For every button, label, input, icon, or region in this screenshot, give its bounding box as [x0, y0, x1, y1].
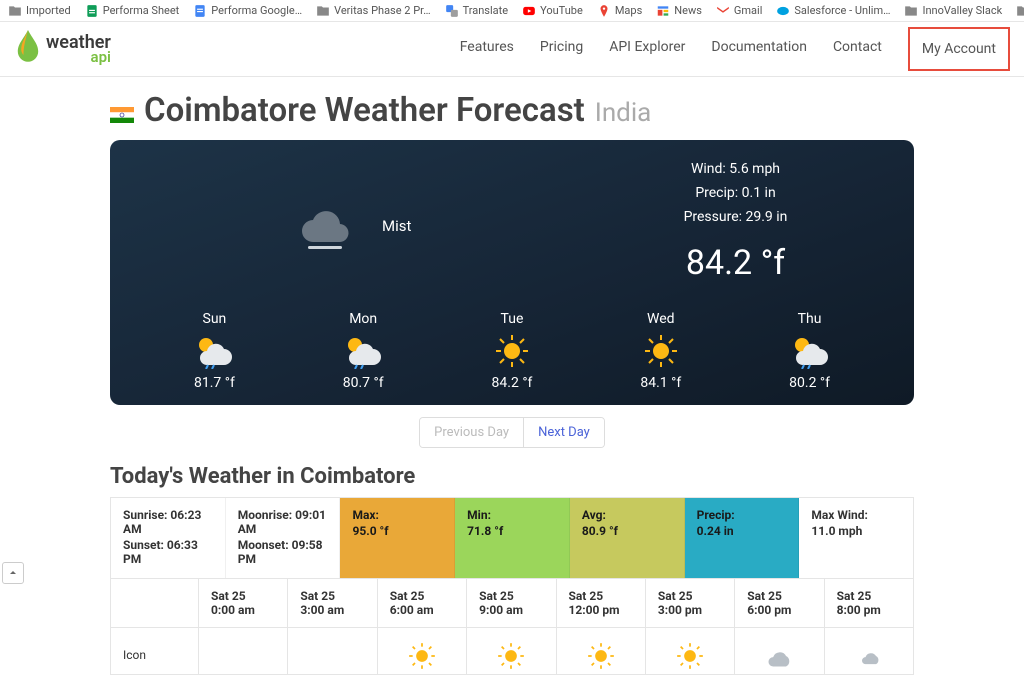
- translate-icon: [445, 4, 459, 18]
- hourly-icon-5: [646, 628, 735, 674]
- country-name: India: [595, 98, 652, 128]
- hourly-icon-1: [288, 628, 377, 674]
- row-label-icon: Icon: [111, 628, 199, 674]
- next-day-button[interactable]: Next Day: [523, 418, 604, 447]
- hour-4: Sat 2512:00 pm: [557, 579, 646, 627]
- mist-icon: [290, 194, 360, 258]
- nav-pricing[interactable]: Pricing: [540, 39, 583, 59]
- page-title-row: Coimbatore Weather Forecast India: [110, 91, 914, 130]
- hourly-icon-3: [467, 628, 556, 674]
- stat-max: Max: 95.0 °f: [340, 498, 455, 578]
- bookmark-translate[interactable]: Translate: [445, 4, 509, 18]
- chevron-up-icon: [7, 567, 19, 579]
- nav-contact[interactable]: Contact: [833, 39, 882, 59]
- forecast-row: Sun 81.7 °f Mon 80.7 °f Tue 84.2 °f Wed …: [140, 311, 884, 391]
- forecast-day-thu: Thu 80.2 °f: [789, 311, 830, 391]
- sunny-icon: [408, 642, 436, 670]
- hour-0: Sat 250:00 am: [199, 579, 288, 627]
- nav-api-explorer[interactable]: API Explorer: [609, 39, 685, 59]
- hourly-icon-4: [557, 628, 646, 674]
- info-row: Sunrise: 06:23 AM Sunset: 06:33 PM Moonr…: [110, 497, 914, 579]
- day-pager: Previous Day Next Day: [110, 417, 914, 448]
- logo-drop-icon: [14, 30, 42, 68]
- bookmark-performa-sheet[interactable]: Performa Sheet: [85, 4, 180, 18]
- cloud-icon: [765, 642, 793, 670]
- moon-cloud-icon: [855, 642, 883, 670]
- hourly-icon-2: [378, 628, 467, 674]
- hour-6: Sat 256:00 pm: [735, 579, 824, 627]
- forecast-day-wed: Wed 84.1 °f: [640, 311, 681, 391]
- youtube-icon: [522, 4, 536, 18]
- stat-precip: Precip: 0.24 in: [685, 498, 800, 578]
- bookmark-veritas[interactable]: Veritas Phase 2 Pr…: [316, 4, 431, 18]
- folder-icon: [316, 4, 330, 18]
- sunny-icon: [587, 642, 615, 670]
- current-condition: Mist: [382, 217, 411, 235]
- nav-features[interactable]: Features: [460, 39, 514, 59]
- prev-day-button[interactable]: Previous Day: [420, 418, 523, 447]
- current-precip: Precip: 0.1 in: [587, 182, 884, 206]
- current-pressure: Pressure: 29.9 in: [587, 206, 884, 230]
- flag-india-icon: [110, 107, 134, 123]
- nav-my-account[interactable]: My Account: [908, 27, 1010, 71]
- stat-maxwind: Max Wind: 11.0 mph: [799, 498, 913, 578]
- bookmark-gmail[interactable]: Gmail: [716, 4, 762, 18]
- stat-min: Min: 71.8 °f: [455, 498, 570, 578]
- gmail-icon: [716, 4, 730, 18]
- current-temp: 84.2 °f: [587, 235, 884, 293]
- sun-times: Sunrise: 06:23 AM Sunset: 06:33 PM: [111, 498, 226, 578]
- hour-2: Sat 256:00 am: [378, 579, 467, 627]
- forecast-day-tue: Tue 84.2 °f: [492, 311, 533, 391]
- moon-icon: [229, 642, 257, 670]
- site-header: weather api Features Pricing API Explore…: [0, 22, 1024, 77]
- page-title: Coimbatore Weather Forecast: [144, 91, 585, 130]
- hour-5: Sat 253:00 pm: [646, 579, 735, 627]
- current-weather-panel: Mist Wind: 5.6 mph Precip: 0.1 in Pressu…: [110, 140, 914, 405]
- hour-1: Sat 253:00 am: [288, 579, 377, 627]
- stat-avg: Avg: 80.9 °f: [570, 498, 685, 578]
- current-wind: Wind: 5.6 mph: [587, 158, 884, 182]
- sunny-icon: [497, 642, 525, 670]
- bookmark-maps[interactable]: Maps: [597, 4, 642, 18]
- hour-3: Sat 259:00 am: [467, 579, 556, 627]
- bookmark-news[interactable]: News: [656, 4, 702, 18]
- news-icon: [656, 4, 670, 18]
- folder-icon: [1016, 4, 1024, 18]
- rain-sun-icon: [790, 333, 830, 369]
- folder-icon: [904, 4, 918, 18]
- page-content: Coimbatore Weather Forecast India Mist W…: [0, 77, 1024, 695]
- sheets-icon: [85, 4, 99, 18]
- today-heading: Today's Weather in Coimbatore: [110, 464, 914, 489]
- hourly-icon-0: [199, 628, 288, 674]
- forecast-day-sun: Sun 81.7 °f: [194, 311, 235, 391]
- bookmark-imported[interactable]: Imported: [8, 4, 71, 18]
- nav-documentation[interactable]: Documentation: [711, 39, 807, 59]
- rain-sun-icon: [194, 333, 234, 369]
- hourly-icon-7: [825, 628, 913, 674]
- scroll-top-button[interactable]: [2, 562, 24, 584]
- docs-icon: [193, 4, 207, 18]
- sunny-icon: [492, 333, 532, 369]
- sunny-icon: [641, 333, 681, 369]
- hourly-header: Sat 250:00 am Sat 253:00 am Sat 256:00 a…: [110, 579, 914, 628]
- bookmark-esc[interactable]: ESC Supply Chain…: [1016, 4, 1024, 18]
- maps-icon: [597, 4, 611, 18]
- hourly-icons: Icon: [110, 628, 914, 675]
- main-nav: Features Pricing API Explorer Documentat…: [460, 39, 1010, 59]
- bookmark-youtube[interactable]: YouTube: [522, 4, 583, 18]
- bookmark-innovalley[interactable]: InnoValley Slack: [904, 4, 1002, 18]
- bookmark-salesforce[interactable]: Salesforce - Unlim…: [776, 4, 890, 18]
- rain-sun-icon: [343, 333, 383, 369]
- moon-icon: [319, 642, 347, 670]
- forecast-day-mon: Mon 80.7 °f: [343, 311, 384, 391]
- sunny-icon: [676, 642, 704, 670]
- hour-7: Sat 258:00 pm: [825, 579, 913, 627]
- moon-times: Moonrise: 09:01 AM Moonset: 09:58 PM: [226, 498, 341, 578]
- logo[interactable]: weather api: [14, 30, 111, 68]
- bookmark-performa-google[interactable]: Performa Google…: [193, 4, 302, 18]
- salesforce-icon: [776, 4, 790, 18]
- bookmarks-bar: Imported Performa Sheet Performa Google……: [0, 0, 1024, 22]
- hourly-icon-6: [735, 628, 824, 674]
- folder-icon: [8, 4, 22, 18]
